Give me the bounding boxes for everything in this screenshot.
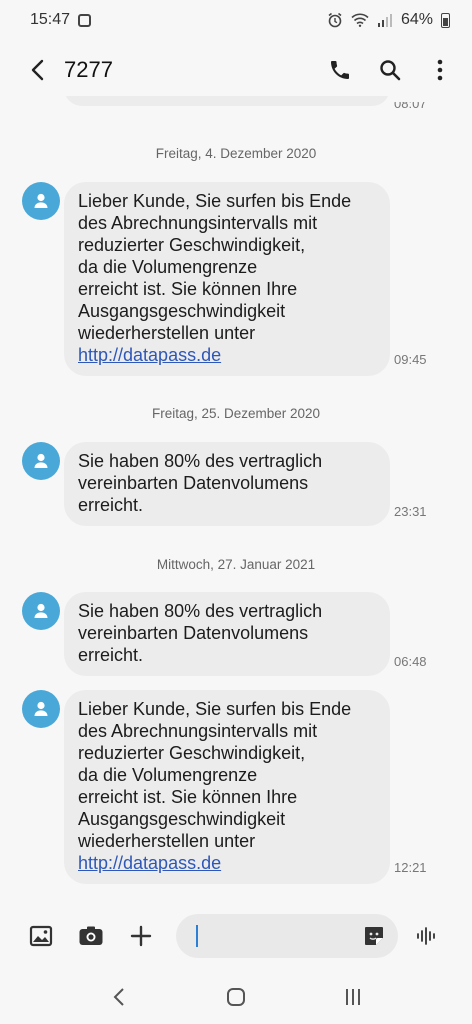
nav-back-icon [113,988,124,1006]
sender-avatar[interactable] [22,182,60,220]
message-text-line: da die Volumengrenze [78,765,258,785]
message-time: 12:21 [394,860,427,875]
message-text-line: Ausgangsgeschwindigkeit [78,809,286,829]
sender-avatar[interactable] [22,690,60,728]
call-button[interactable] [326,56,354,84]
message-time: 06:48 [394,654,427,669]
person-icon [34,453,48,468]
message-text-line: reduzierter Geschwindigkeit, [78,235,306,255]
message-text-line: des Abrechnungsintervalls mit [78,721,318,741]
message-time: 09:45 [394,352,427,367]
status-left: 15:47 [30,11,92,29]
message-text-line: erreicht ist. Sie können Ihre [78,787,298,807]
date-separator: Mittwoch, 27. Januar 2021 [156,557,316,572]
nav-home-icon [226,988,245,1006]
status-right: 64% [327,11,450,29]
camera-button[interactable] [76,921,106,951]
status-bar: 15:47 64% [0,0,472,40]
conversation-header: 7277 [0,44,472,96]
message-list[interactable]: 08:07 Freitag, 4. Dezember 2020 Lieber K… [0,96,472,900]
person-icon [34,603,48,618]
add-attachment-button[interactable] [126,921,156,951]
nav-recents-button[interactable] [339,983,367,1011]
message-time: 23:31 [394,504,427,519]
message-text-line: reduzierter Geschwindigkeit, [78,743,306,763]
message-bubble-partial[interactable] [64,96,390,106]
system-navigation-bar [0,970,472,1024]
more-options-button[interactable] [426,56,454,84]
back-arrow-icon [31,59,44,81]
message-time: 08:07 [394,96,427,111]
battery-icon [441,12,450,28]
text-cursor [196,925,198,947]
message-text-line: des Abrechnungsintervalls mit [78,213,318,233]
camera-icon [79,926,103,945]
image-icon [29,925,53,947]
message-input-container[interactable] [176,914,398,958]
battery-percent: 64% [400,11,433,28]
message-text-line: vereinbarten Datenvolumens [78,473,309,493]
status-time: 15:47 [30,11,71,28]
person-icon [34,701,48,716]
back-button[interactable] [24,56,52,84]
header-actions [326,56,454,84]
message-text-line: erreicht ist. Sie können Ihre [78,279,298,299]
date-separator: Freitag, 4. Dezember 2020 [155,146,317,161]
message-text-line: Lieber Kunde, Sie surfen bis Ende [78,191,352,211]
screenshot-indicator-icon [78,13,92,27]
message-text-line: erreicht. [78,495,144,515]
message-text-line: erreicht. [78,645,144,665]
voice-wave-icon [417,927,435,945]
date-separator: Freitag, 25. Dezember 2020 [151,406,321,421]
message-text-line: Sie haben 80% des vertraglich [78,601,323,621]
nav-home-button[interactable] [222,983,250,1011]
message-bubble[interactable]: Lieber Kunde, Sie surfen bis Ende des Ab… [64,182,390,376]
nav-back-button[interactable] [105,983,133,1011]
gallery-button[interactable] [26,921,56,951]
message-link[interactable]: http://datapass.de [78,852,376,874]
search-button[interactable] [376,56,404,84]
message-text-line: wiederherstellen unter [78,323,256,343]
sticker-icon[interactable] [362,924,386,948]
nav-recents-icon [346,989,361,1005]
message-bubble[interactable]: Lieber Kunde, Sie surfen bis Ende des Ab… [64,690,390,884]
message-text-line: vereinbarten Datenvolumens [78,623,309,643]
plus-icon [130,925,152,947]
message-bubble[interactable]: Sie haben 80% des vertraglich vereinbart… [64,442,390,526]
message-bubble[interactable]: Sie haben 80% des vertraglich vereinbart… [64,592,390,676]
search-icon [380,60,401,81]
contact-name: 7277 [64,57,113,82]
voice-input-button[interactable] [414,923,440,949]
sender-avatar[interactable] [22,442,60,480]
signal-icon [377,14,392,27]
message-text-line: Ausgangsgeschwindigkeit [78,301,286,321]
more-vert-icon [437,59,443,81]
message-text-line: wiederherstellen unter [78,831,256,851]
message-text-line: Lieber Kunde, Sie surfen bis Ende [78,699,352,719]
message-link[interactable]: http://datapass.de [78,344,376,366]
message-text-line: Sie haben 80% des vertraglich [78,451,323,471]
sender-avatar[interactable] [22,592,60,630]
message-input[interactable] [196,926,346,946]
alarm-icon [328,12,342,28]
phone-icon [331,61,349,79]
person-icon [34,193,48,208]
wifi-icon [351,13,369,27]
message-text-line: da die Volumengrenze [78,257,258,277]
message-composer [0,906,472,966]
